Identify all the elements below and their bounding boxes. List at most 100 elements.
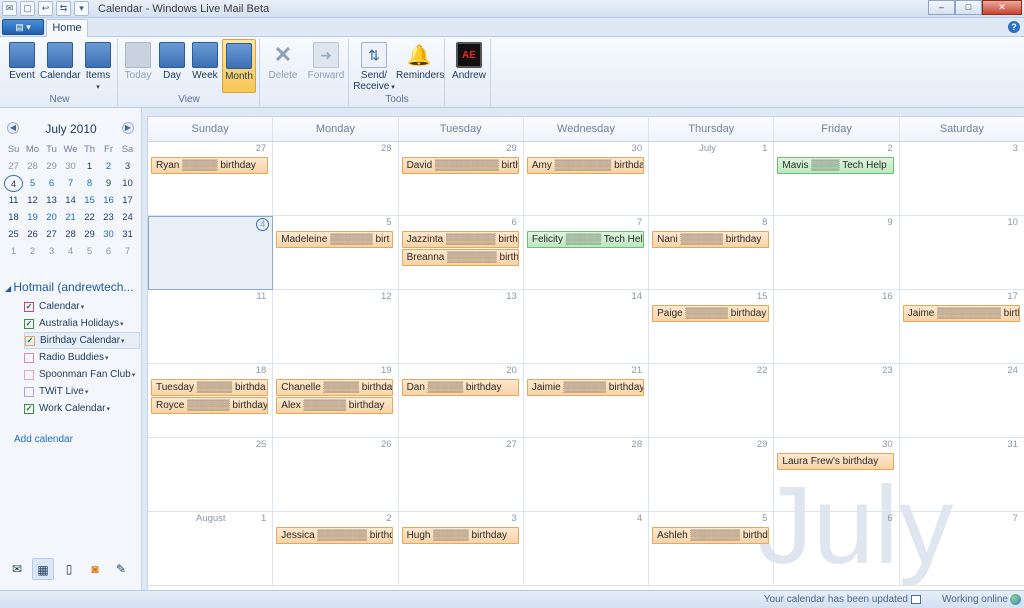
mini-day[interactable]: 6	[99, 243, 118, 260]
calendar-list-item[interactable]: Spoonman Fan Club ▾	[24, 366, 140, 383]
mini-day[interactable]: 5	[23, 175, 42, 192]
day-cell[interactable]: 27 Ryan ▒▒▒▒▒ birthday	[148, 142, 274, 216]
mini-day[interactable]: 24	[118, 209, 137, 226]
work-event[interactable]: Mavis ▒▒▒▒ Tech Help	[777, 157, 895, 174]
mini-day[interactable]: 1	[4, 243, 23, 260]
add-calendar-link[interactable]: Add calendar	[14, 434, 73, 445]
close-button[interactable]: ✕	[982, 0, 1022, 15]
day-cell[interactable]: 10	[899, 216, 1024, 290]
mini-day[interactable]: 10	[118, 175, 137, 192]
user-account-button[interactable]: AE Andrew	[449, 39, 489, 93]
mini-day[interactable]: 27	[4, 158, 23, 175]
mini-day[interactable]: 29	[80, 226, 99, 243]
day-cell[interactable]: 22	[649, 364, 775, 438]
day-cell[interactable]: 6	[774, 512, 900, 586]
calendar-checkbox[interactable]: ✓	[24, 301, 34, 312]
mini-day[interactable]: 4	[61, 243, 80, 260]
week-view-button[interactable]: Week	[189, 39, 221, 93]
mail-icon[interactable]: ✉	[6, 558, 28, 580]
mini-day[interactable]: 13	[42, 192, 61, 209]
mini-day[interactable]: 9	[99, 175, 118, 192]
day-cell[interactable]: 31	[899, 438, 1024, 512]
birthday-event[interactable]: Jazzinta ▒▒▒▒▒▒▒ birth	[401, 231, 519, 248]
birthday-event[interactable]: Paige ▒▒▒▒▒▒ birthday	[652, 305, 770, 322]
mini-day[interactable]: 23	[99, 209, 118, 226]
mini-day[interactable]: 27	[42, 226, 61, 243]
maximize-button[interactable]: □	[955, 0, 982, 15]
mini-day[interactable]: 1	[80, 158, 99, 175]
customize-qat-icon[interactable]: ▾	[74, 1, 89, 16]
work-event[interactable]: Felicity ▒▒▒▒▒ Tech Help	[526, 231, 644, 248]
birthday-event[interactable]: Jaimie ▒▒▒▒▒▒ birthday	[526, 379, 644, 396]
chevron-down-icon[interactable]: ▾	[81, 303, 85, 311]
mini-day[interactable]: 31	[118, 226, 137, 243]
mini-day[interactable]: 19	[23, 209, 42, 226]
mini-day[interactable]: 2	[99, 158, 118, 175]
calendar-list-item[interactable]: ✓ Birthday Calendar ▾	[24, 332, 140, 349]
day-cell[interactable]: 3	[899, 142, 1024, 216]
reply-icon[interactable]: ↩	[38, 1, 53, 16]
birthday-event[interactable]: Jaime ▒▒▒▒▒▒▒▒▒ birth	[902, 305, 1020, 322]
chevron-down-icon[interactable]: ▾	[105, 354, 109, 362]
mini-day[interactable]: 26	[23, 226, 42, 243]
mini-day[interactable]: 7	[118, 243, 137, 260]
birthday-event[interactable]: Nani ▒▒▒▒▒▒ birthday	[652, 231, 770, 248]
mini-day[interactable]: 14	[61, 192, 80, 209]
day-cell[interactable]: 5 Madeleine ▒▒▒▒▒▒ birt	[273, 216, 399, 290]
app-menu-button[interactable]: ▤ ▾	[2, 19, 44, 35]
day-cell[interactable]: 8 Nani ▒▒▒▒▒▒ birthday	[649, 216, 775, 290]
calendar-checkbox[interactable]: ✓	[24, 403, 34, 414]
mini-day[interactable]: 28	[23, 158, 42, 175]
day-cell[interactable]: 28	[273, 142, 399, 216]
birthday-event[interactable]: Hugh ▒▒▒▒▒ birthday	[401, 527, 519, 544]
birthday-event[interactable]: Tuesday ▒▒▒▒▒ birthda	[151, 379, 268, 396]
mini-day[interactable]: 21	[61, 209, 80, 226]
new-calendar-button[interactable]: Calendar	[40, 39, 81, 93]
day-cell[interactable]: 26	[273, 438, 399, 512]
mini-day[interactable]: 7	[61, 175, 80, 192]
birthday-event[interactable]: Dan ▒▒▒▒▒ birthday	[401, 379, 519, 396]
send-icon[interactable]: ⇆	[56, 1, 71, 16]
birthday-event[interactable]: David ▒▒▒▒▒▒▒▒▒ birthd	[401, 157, 519, 174]
next-month-icon[interactable]: ▶	[122, 122, 134, 134]
newsgroups-icon[interactable]: ✎	[110, 558, 132, 580]
calendar-checkbox[interactable]: ✓	[25, 335, 35, 346]
new-event-button[interactable]: Event	[5, 39, 39, 93]
calendar-checkbox[interactable]	[24, 369, 34, 380]
mini-day[interactable]: 6	[42, 175, 61, 192]
reminders-button[interactable]: 🔔 Reminders	[396, 39, 444, 93]
mini-day[interactable]: 2	[23, 243, 42, 260]
calendar-list-item[interactable]: TWiT Live ▾	[24, 383, 140, 400]
day-cell[interactable]: 16	[774, 290, 900, 364]
day-cell[interactable]: 21 Jaimie ▒▒▒▒▒▒ birthday	[523, 364, 650, 438]
new-icon[interactable]: ▢	[20, 1, 35, 16]
calendar-list-item[interactable]: ✓ Calendar ▾	[24, 298, 140, 315]
birthday-event[interactable]: Madeleine ▒▒▒▒▒▒ birt	[276, 231, 394, 248]
calendar-list-item[interactable]: ✓ Work Calendar ▾	[24, 400, 140, 417]
birthday-event[interactable]: Ashleh ▒▒▒▒▒▒▒ birthda	[652, 527, 770, 544]
mini-day[interactable]: 5	[80, 243, 99, 260]
day-cell[interactable]: 9	[774, 216, 900, 290]
help-icon[interactable]: ?	[1008, 21, 1020, 33]
feeds-icon[interactable]: ◙	[84, 558, 106, 580]
mini-day[interactable]: 25	[4, 226, 23, 243]
birthday-event[interactable]: Chanelle ▒▒▒▒▒ birthda	[276, 379, 394, 396]
day-cell[interactable]: July 1	[649, 142, 775, 216]
day-cell[interactable]: 23	[774, 364, 900, 438]
day-cell[interactable]: 2 Jessica ▒▒▒▒▒▒▒ birthda	[273, 512, 399, 586]
today-button[interactable]: Today	[121, 39, 155, 93]
birthday-event[interactable]: Royce ▒▒▒▒▒▒ birthday	[151, 397, 268, 414]
calendar-module-icon[interactable]: ▦	[32, 558, 54, 580]
mini-day[interactable]: 17	[118, 192, 137, 209]
day-cell[interactable]: 3 Hugh ▒▒▒▒▒ birthday	[398, 512, 524, 586]
app-icon[interactable]: ✉	[2, 1, 17, 16]
contacts-icon[interactable]: ▯	[58, 558, 80, 580]
day-cell[interactable]: 25	[148, 438, 274, 512]
chevron-down-icon[interactable]: ▾	[132, 371, 136, 379]
mini-day[interactable]: 8	[80, 175, 99, 192]
mini-day[interactable]: 15	[80, 192, 99, 209]
day-cell[interactable]: 12	[273, 290, 399, 364]
delete-button[interactable]: ✕ Delete	[264, 39, 302, 93]
birthday-event[interactable]: Ryan ▒▒▒▒▒ birthday	[151, 157, 268, 174]
day-cell[interactable]: 6 Jazzinta ▒▒▒▒▒▒▒ birth Breanna ▒▒▒▒▒▒▒ b…	[398, 216, 524, 290]
